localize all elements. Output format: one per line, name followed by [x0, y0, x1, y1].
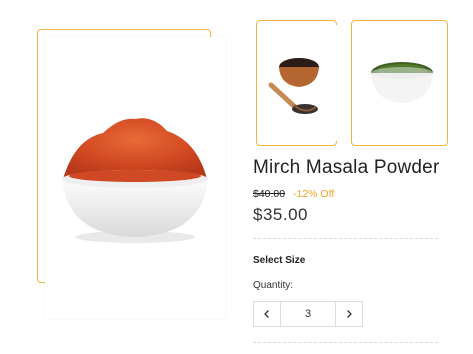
thumbnail-pepper[interactable] — [261, 25, 346, 141]
select-size-label: Select Size — [253, 255, 306, 266]
main-product-image[interactable] — [45, 37, 226, 319]
increment-button[interactable] — [335, 302, 362, 326]
pepper-bowl-image — [268, 58, 319, 114]
original-price: $40.00 — [253, 188, 286, 200]
herb-bowl-image — [371, 62, 433, 103]
thumbnail-herbs[interactable] — [355, 25, 444, 141]
quantity-value[interactable]: 3 — [281, 302, 335, 326]
chevron-right-icon — [347, 310, 352, 318]
spice-bowl-image — [62, 118, 208, 243]
discount-badge: -12% Off — [293, 188, 335, 200]
divider — [253, 238, 438, 239]
sale-price: $35.00 — [253, 205, 308, 224]
decrement-button[interactable] — [254, 302, 281, 326]
product-title: Mirch Masala Powder — [253, 157, 440, 178]
chevron-left-icon — [264, 310, 269, 318]
quantity-stepper: 3 — [253, 301, 363, 327]
quantity-label: Quantity: — [253, 280, 294, 291]
divider-bottom — [253, 342, 438, 343]
